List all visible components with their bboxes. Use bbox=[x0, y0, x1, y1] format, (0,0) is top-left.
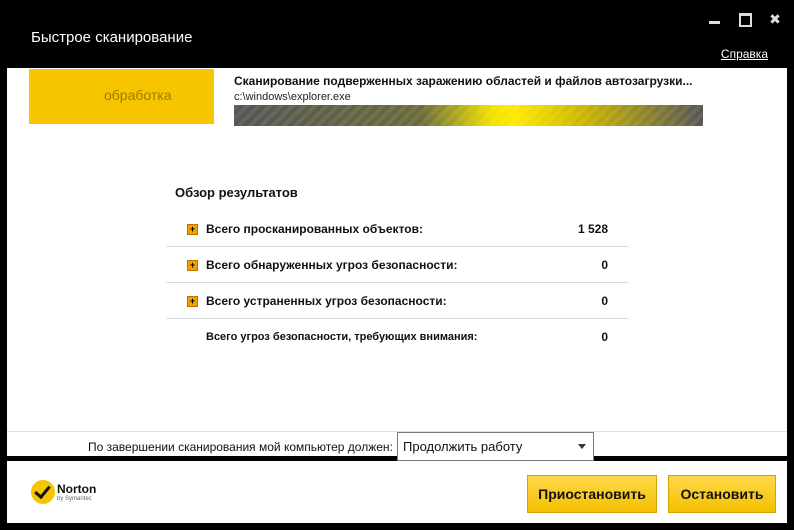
norton-logo: Norton by Symantec bbox=[31, 480, 111, 512]
progress-stripes bbox=[234, 105, 703, 126]
result-label: Всего угроз безопасности, требующих вним… bbox=[206, 331, 478, 343]
scan-window: Быстрое сканирование ✖ Справка обработка… bbox=[0, 0, 794, 530]
brand-overlay-text: обработка bbox=[104, 87, 172, 103]
pause-button[interactable]: Приостановить bbox=[527, 475, 657, 513]
result-value: 0 bbox=[601, 258, 608, 272]
minimize-icon[interactable] bbox=[704, 10, 724, 28]
brand-banner: обработка bbox=[29, 69, 214, 124]
norton-check-icon bbox=[31, 480, 55, 504]
expand-plus-icon[interactable]: + bbox=[187, 296, 198, 307]
chevron-down-icon bbox=[578, 444, 586, 449]
after-scan-label: По завершении сканирования мой компьютер… bbox=[88, 440, 393, 454]
scan-progress-bar bbox=[234, 105, 703, 126]
result-label: Всего устраненных угроз безопасности: bbox=[206, 294, 447, 308]
window-title: Быстрое сканирование bbox=[31, 29, 193, 46]
result-row-detected: + Всего обнаруженных угроз безопасности:… bbox=[166, 247, 628, 283]
result-row-attention: Всего угроз безопасности, требующих вним… bbox=[166, 319, 628, 354]
current-file-path: c:\windows\explorer.exe bbox=[234, 91, 351, 103]
stop-button[interactable]: Остановить bbox=[668, 475, 776, 513]
scan-content: обработка Сканирование подверженных зара… bbox=[7, 68, 787, 456]
after-scan-section: По завершении сканирования мой компьютер… bbox=[7, 432, 787, 461]
result-label: Всего обнаруженных угроз безопасности: bbox=[206, 258, 458, 272]
result-value: 1 528 bbox=[577, 222, 608, 236]
title-bar: Быстрое сканирование ✖ Справка bbox=[0, 0, 794, 68]
result-value: 0 bbox=[601, 294, 608, 308]
results-title: Обзор результатов bbox=[175, 185, 298, 200]
after-scan-selected-value: Продолжить работу bbox=[403, 439, 523, 454]
norton-logo-name: Norton bbox=[57, 482, 97, 496]
bottom-bar: Norton by Symantec Приостановить Останов… bbox=[7, 461, 787, 523]
result-label: Всего просканированных объектов: bbox=[206, 222, 423, 236]
norton-logo-sub: by Symantec bbox=[57, 496, 92, 502]
close-icon[interactable]: ✖ bbox=[765, 10, 785, 28]
help-link[interactable]: Справка bbox=[721, 47, 768, 61]
results-list: + Всего просканированных объектов: 1 528… bbox=[166, 211, 628, 354]
maximize-icon[interactable] bbox=[735, 10, 755, 28]
expand-plus-icon[interactable]: + bbox=[187, 224, 198, 235]
result-row-resolved: + Всего устраненных угроз безопасности: … bbox=[166, 283, 628, 319]
after-scan-select[interactable]: Продолжить работу bbox=[397, 432, 594, 461]
result-value: 0 bbox=[601, 330, 608, 344]
expand-plus-icon[interactable]: + bbox=[187, 260, 198, 271]
scan-status-text: Сканирование подверженных заражению обла… bbox=[234, 74, 693, 88]
result-row-scanned: + Всего просканированных объектов: 1 528 bbox=[166, 211, 628, 247]
